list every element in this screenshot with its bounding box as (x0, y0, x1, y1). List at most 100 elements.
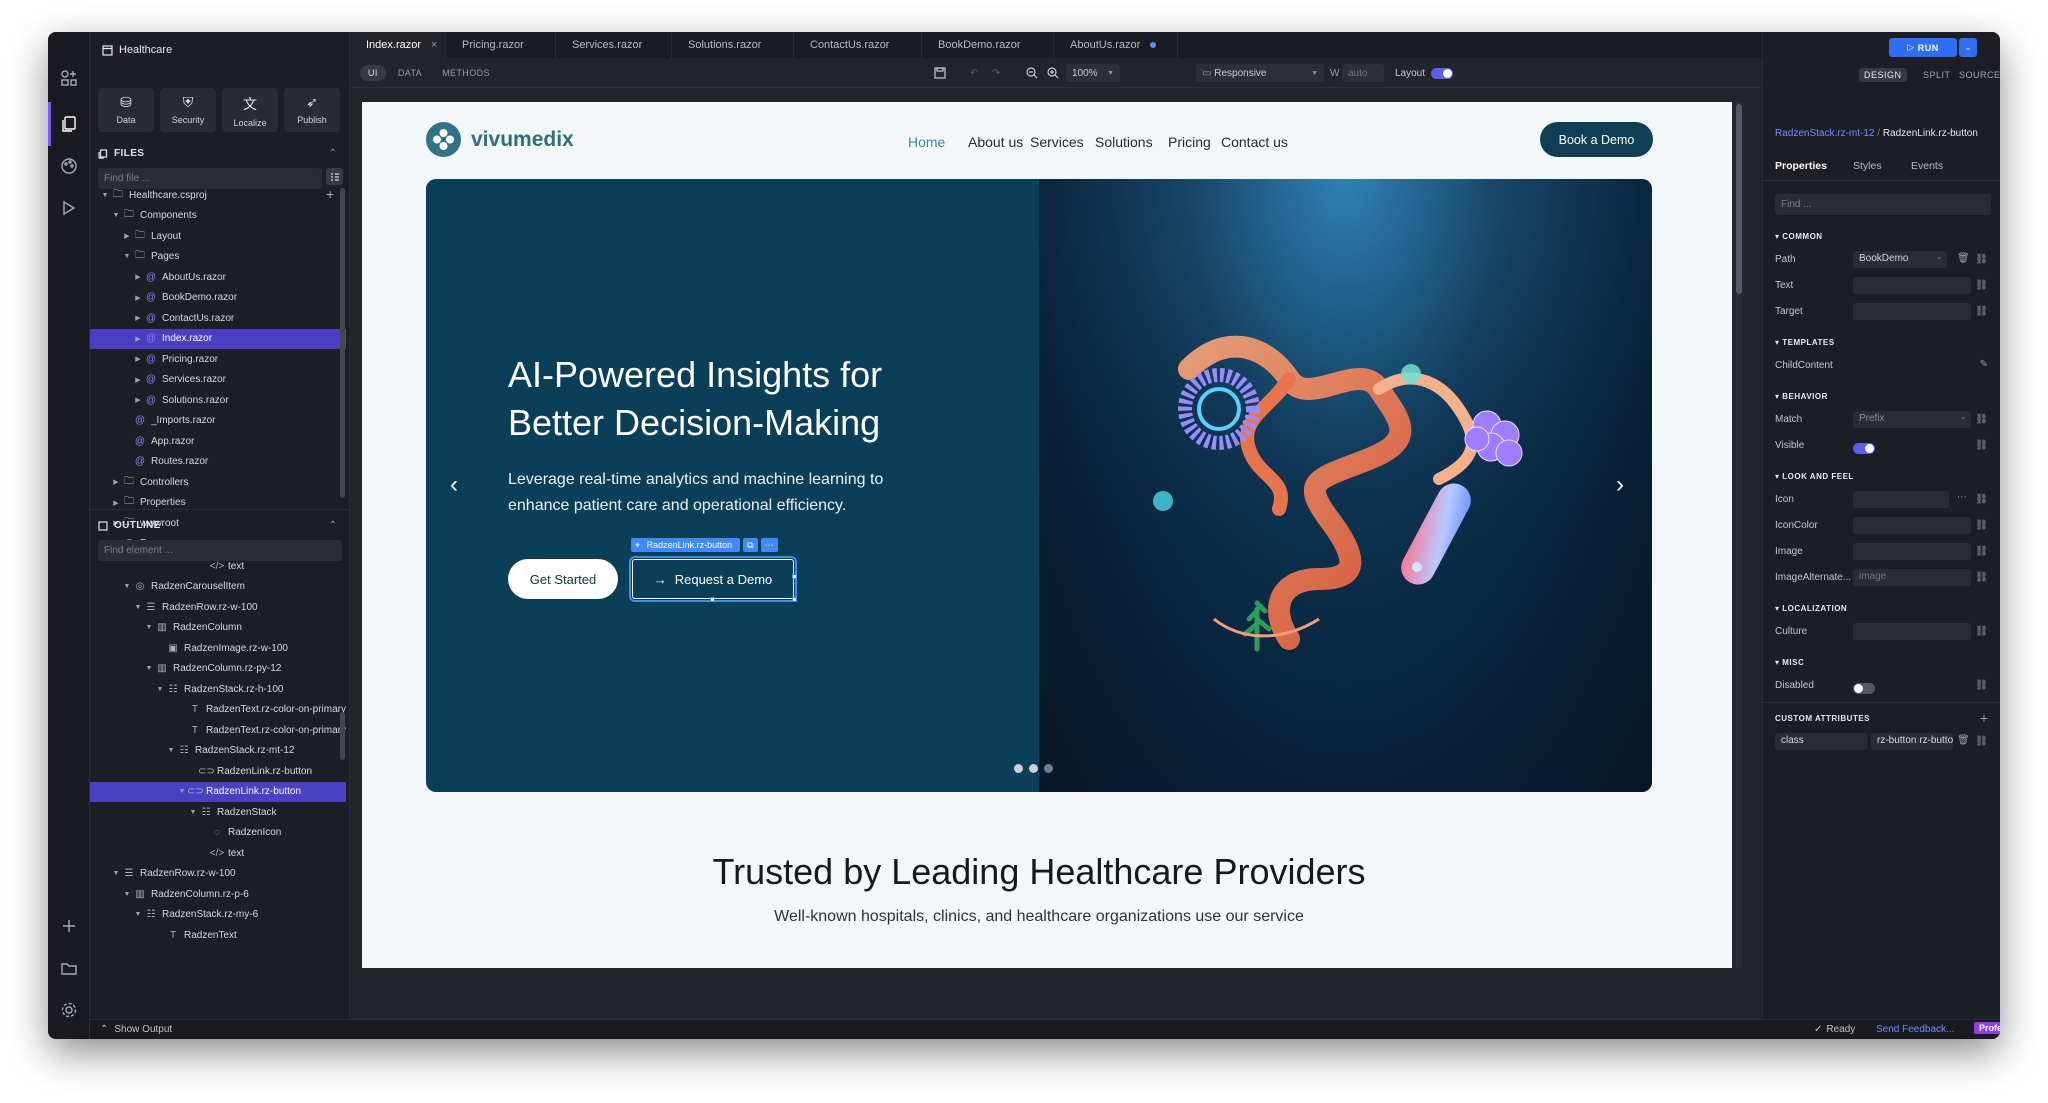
carousel-dot[interactable] (1014, 764, 1023, 773)
zoom-out-icon[interactable] (1026, 64, 1038, 82)
chevron-right-icon[interactable]: ▶ (122, 232, 132, 240)
filter-list-icon[interactable] (326, 168, 343, 185)
tab-pricing[interactable]: Pricing.razor (446, 32, 556, 58)
chevron-down-icon[interactable]: ▼ (144, 624, 154, 631)
selection-tag-label[interactable]: ⌖ RadzenLink.rz-button (631, 538, 741, 552)
attribute-value-field[interactable]: rz-button rz-butto (1871, 733, 1953, 750)
chevron-down-icon[interactable]: ▼ (111, 870, 121, 877)
culture-field[interactable] (1853, 623, 1971, 640)
target-field[interactable] (1853, 303, 1971, 320)
bind-icon[interactable]: ⛓ (1975, 414, 1988, 425)
text-field[interactable] (1853, 277, 1971, 294)
tree-item[interactable]: ▶ @ Solutions.razor (90, 390, 346, 411)
disabled-toggle[interactable] (1853, 681, 1875, 699)
tab-bookdemo[interactable]: BookDemo.razor (922, 32, 1054, 58)
book-demo-button[interactable]: Book a Demo (1540, 122, 1653, 157)
source-mode[interactable]: SOURCE (1959, 70, 2000, 80)
visible-toggle[interactable] (1853, 441, 1875, 459)
section-misc[interactable]: ▾ MISC (1775, 658, 1804, 667)
edit-pencil-icon[interactable]: ✎ (1980, 359, 1988, 370)
chevron-down-icon[interactable]: ▼ (144, 665, 154, 672)
tree-item[interactable]: ▶ @ Pricing.razor (90, 349, 346, 370)
tree-item[interactable]: @ App.razor (90, 431, 346, 452)
tree-item[interactable]: ▶ @ AboutUs.razor (90, 267, 346, 288)
path-select[interactable]: BookDemo ⌄ (1853, 251, 1947, 268)
section-behavior[interactable]: ▾ BEHAVIOR (1775, 392, 1828, 401)
bind-icon[interactable]: ⛓ (1975, 440, 1988, 451)
chevron-down-icon[interactable]: ▼ (177, 788, 187, 795)
delete-icon[interactable]: 🗑 (1957, 253, 1970, 264)
resize-handle-corner[interactable] (792, 597, 797, 602)
tree-item[interactable]: ▼ ⊂⊃ RadzenLink.rz-button (90, 781, 346, 802)
tree-item[interactable]: ▶ 🗀 Layout (90, 226, 346, 247)
tree-item[interactable]: @ Routes.razor (90, 452, 346, 473)
image-field[interactable] (1853, 543, 1971, 560)
tab-contactus[interactable]: ContactUs.razor (794, 32, 922, 58)
bind-icon[interactable]: ⛓ (1975, 254, 1988, 265)
design-canvas[interactable]: vivumedix Home About us Services Solutions P… (362, 102, 1732, 968)
get-started-button[interactable]: Get Started (508, 559, 618, 599)
tree-item[interactable]: ▼ 🗀 Healthcare.csproj (90, 185, 346, 206)
run-options-icon[interactable]: ⌄ (1959, 38, 1977, 57)
show-output-toggle[interactable]: ⌃ Show Output (100, 1024, 172, 1035)
run-debug-icon[interactable] (57, 196, 81, 220)
bind-icon[interactable]: ⛓ (1975, 546, 1988, 557)
tree-item[interactable]: ▼ 🗀 Pages (90, 247, 346, 268)
tab-index[interactable]: Index.razor × (350, 32, 446, 58)
bind-icon[interactable]: ⛓ (1975, 494, 1988, 505)
section-common[interactable]: ▾ COMMON (1775, 232, 1823, 241)
send-feedback-link[interactable]: Send Feedback... (1876, 1024, 1954, 1035)
canvas-scrollbar-thumb[interactable] (1736, 104, 1742, 294)
add-attribute-icon[interactable]: + (1980, 710, 1988, 726)
bind-icon[interactable]: ⛓ (1975, 626, 1988, 637)
chevron-right-icon[interactable]: ▶ (133, 376, 143, 384)
chevron-down-icon[interactable]: ▼ (133, 604, 143, 611)
tree-item[interactable]: ▶ @ Index.razor (90, 328, 346, 349)
tree-item[interactable]: ▶ 🗀 Controllers (90, 472, 346, 493)
tab-aboutus[interactable]: AboutUs.razor (1054, 32, 1178, 58)
close-icon[interactable]: × (431, 39, 437, 51)
components-icon[interactable] (57, 66, 81, 90)
tree-item[interactable]: ▶ @ Services.razor (90, 370, 346, 391)
tree-item[interactable]: ▼ ▥ RadzenColumn (90, 618, 346, 639)
chevron-down-icon[interactable]: ▼ (100, 192, 110, 199)
carousel-dot[interactable] (1044, 764, 1053, 773)
section-templates[interactable]: ▾ TEMPLATES (1775, 338, 1835, 347)
delete-attribute-icon[interactable]: 🗑 (1957, 735, 1970, 746)
bind-icon[interactable]: ⛓ (1975, 680, 1988, 691)
tree-item[interactable]: </> text (90, 843, 346, 864)
files-section-header[interactable]: FILES (98, 148, 144, 159)
palette-icon[interactable] (57, 154, 81, 178)
chevron-down-icon[interactable]: ▼ (155, 686, 165, 693)
iconcolor-field[interactable] (1853, 517, 1971, 534)
chevron-right-icon[interactable]: ▶ (133, 355, 143, 363)
tree-item[interactable]: T RadzenText (90, 925, 346, 946)
layout-toggle[interactable]: Layout (1395, 64, 1454, 82)
chevron-down-icon[interactable]: ▼ (133, 911, 143, 918)
carousel-next-icon[interactable]: › (1616, 471, 1624, 499)
zoom-select[interactable]: 100% ▼ (1066, 64, 1120, 82)
tab-properties[interactable]: Properties (1775, 160, 1827, 172)
outline-section-header[interactable]: OUTLINE (98, 520, 161, 531)
chevron-down-icon[interactable]: ▼ (122, 253, 132, 260)
chevron-right-icon[interactable]: ▶ (133, 335, 143, 343)
nav-services[interactable]: Services (1030, 134, 1084, 150)
more-icon[interactable]: ⋯ (1957, 492, 1967, 503)
property-search-input[interactable]: Find ... (1775, 194, 1991, 215)
tree-item[interactable]: T RadzenText.rz-color-on-primary (90, 720, 346, 741)
site-logo[interactable]: vivumedix (426, 122, 574, 157)
tree-item[interactable]: ▼ ▥ RadzenColumn.rz-py-12 (90, 659, 346, 680)
tree-item[interactable]: ▼ ◎ RadzenCarouselItem (90, 577, 346, 598)
tab-styles[interactable]: Styles (1853, 160, 1882, 172)
toolbox-publish-button[interactable]: ➶ Publish (284, 88, 340, 132)
tree-item[interactable]: ▼ ☷ RadzenStack.rz-my-6 (90, 905, 346, 926)
resize-handle-right[interactable] (792, 574, 797, 579)
chevron-down-icon[interactable]: ▼ (122, 891, 132, 898)
attribute-name-field[interactable]: class (1775, 733, 1867, 750)
view-mode-methods[interactable]: METHODS (434, 65, 498, 81)
chevron-down-icon[interactable]: ▼ (166, 747, 176, 754)
chevron-right-icon[interactable]: ▶ (133, 314, 143, 322)
tree-item[interactable]: ▶ @ BookDemo.razor (90, 288, 346, 309)
chevron-right-icon[interactable]: ▶ (111, 499, 121, 507)
collapse-outline-icon[interactable]: ⌃ (329, 520, 337, 531)
